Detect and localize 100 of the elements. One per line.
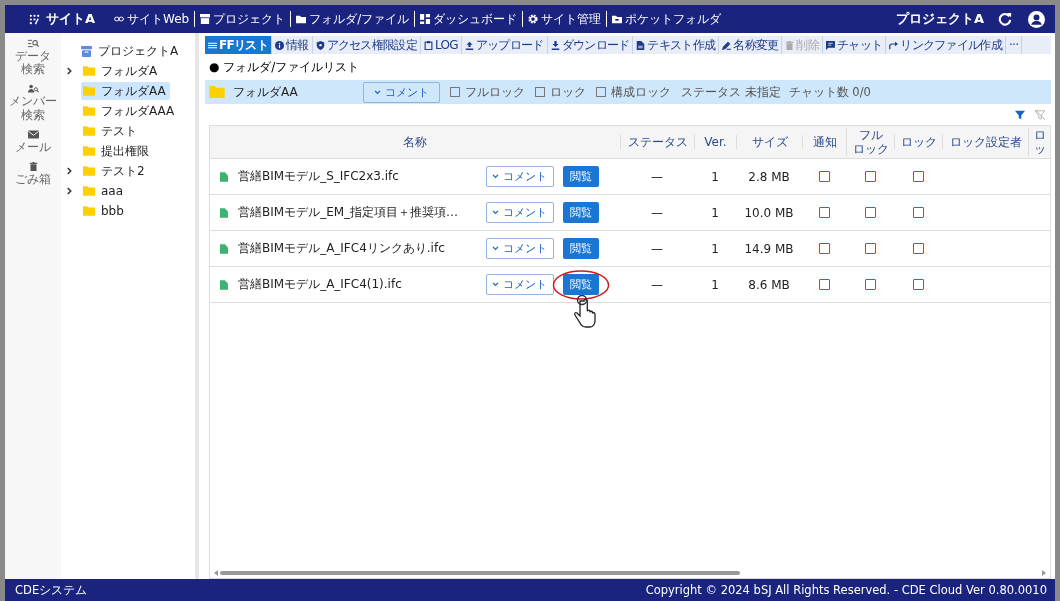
file-name[interactable]: 営繕BIMモデル_S_IFC2x3.ifc <box>238 168 486 185</box>
notify-checkbox[interactable] <box>818 279 830 290</box>
mail-icon <box>27 129 39 139</box>
comment-button[interactable]: コメント <box>486 238 554 259</box>
version-cell: 1 <box>711 241 719 256</box>
tree-item[interactable]: フォルダA <box>81 62 162 80</box>
copyright-text: Copyright © 2024 bSJ All Rights Reserved. - CDE Cloud Ver 0.80.0010 <box>645 583 1047 597</box>
version-cell: 1 <box>711 205 719 220</box>
toolbar-tab[interactable]: LOG <box>420 36 462 54</box>
search-list-icon <box>27 39 39 48</box>
folder-icon <box>83 66 95 76</box>
app-logo-icon <box>29 13 40 25</box>
tree-item[interactable]: フォルダAA <box>81 82 170 100</box>
lock-checkbox[interactable] <box>912 171 924 182</box>
status-cell: — <box>651 277 663 292</box>
folder-icon <box>83 146 95 156</box>
sidebar-item[interactable]: メール <box>15 129 51 155</box>
sidebar-item[interactable]: メンバー 検索 <box>9 84 57 122</box>
full-lock-checkbox[interactable] <box>864 243 876 254</box>
tree-item[interactable]: aaa <box>81 182 128 200</box>
tree-item[interactable]: bbb <box>81 202 128 220</box>
lock-checkbox[interactable]: 構成ロック <box>596 84 671 100</box>
toolbar-tab[interactable]: ··· <box>1006 36 1023 54</box>
lock-checkbox[interactable] <box>912 243 924 254</box>
toolbar-tab[interactable]: 名称変更 <box>719 36 783 54</box>
toolbar-tab[interactable]: アップロード <box>461 36 548 54</box>
chevron-down-icon <box>492 174 499 179</box>
folder-icon <box>612 14 623 24</box>
column-header: ステータス <box>627 134 688 150</box>
forward-arrow-icon <box>889 40 899 50</box>
nav-link[interactable]: サイトWeb <box>109 10 195 28</box>
refresh-icon[interactable] <box>998 12 1012 26</box>
comment-button[interactable]: コメント <box>363 81 440 103</box>
toolbar-tab[interactable]: FFリスト <box>205 36 272 54</box>
tree-item[interactable]: テスト2 <box>81 162 149 180</box>
comment-button[interactable]: コメント <box>486 202 554 223</box>
status-cell: — <box>651 205 663 220</box>
nav-link[interactable]: プロジェクト <box>195 10 291 28</box>
full-lock-checkbox[interactable] <box>864 171 876 182</box>
trash-icon <box>27 162 39 172</box>
view-button[interactable]: 閲覧 <box>563 202 599 223</box>
filter-icon[interactable] <box>1015 110 1025 120</box>
lock-checkbox[interactable] <box>912 279 924 290</box>
chevron-down-icon <box>492 210 499 215</box>
view-button[interactable]: 閲覧 <box>563 274 599 295</box>
lock-checkbox[interactable]: ロック <box>535 84 586 100</box>
user-icon[interactable] <box>1028 10 1045 28</box>
lock-checkbox[interactable]: フルロック <box>450 84 525 100</box>
comment-button[interactable]: コメント <box>486 166 554 187</box>
trash-icon <box>785 40 795 50</box>
scroll-left-icon[interactable] <box>214 570 218 576</box>
chevron-right-icon[interactable] <box>67 167 73 175</box>
link-icon <box>114 14 125 24</box>
folder-icon <box>83 166 95 176</box>
full-lock-checkbox[interactable] <box>864 207 876 218</box>
nav-link[interactable]: ポケットフォルダ <box>607 10 727 28</box>
lock-checkbox[interactable] <box>912 207 924 218</box>
nav-link[interactable]: ダッシュボード <box>415 10 523 28</box>
notify-checkbox[interactable] <box>818 243 830 254</box>
version-cell: 1 <box>711 277 719 292</box>
notify-checkbox[interactable] <box>818 171 830 182</box>
column-header: Ver. <box>704 134 727 150</box>
section-title: ● フォルダ/ファイルリスト <box>208 59 361 76</box>
nav-link[interactable]: サイト管理 <box>523 10 607 28</box>
size-cell: 8.6 MB <box>748 277 790 292</box>
column-header: サイズ <box>751 134 788 150</box>
view-button[interactable]: 閲覧 <box>563 166 599 187</box>
toolbar-tab[interactable]: テキスト作成 <box>633 36 720 54</box>
toolbar-tab[interactable]: アクセス権限設定 <box>312 36 421 54</box>
toolbar-tab[interactable]: 情報 <box>271 36 313 54</box>
chevron-right-icon[interactable] <box>67 67 73 75</box>
toolbar-tab[interactable]: リンクファイル作成 <box>886 36 1006 54</box>
file-name[interactable]: 営繕BIMモデル_EM_指定項目＋推奨項… <box>238 204 486 221</box>
tree-item[interactable]: プロジェクトA <box>81 41 179 61</box>
toolbar-tab[interactable]: チャット <box>823 36 887 54</box>
nav-link[interactable]: フォルダ/ファイル <box>291 10 415 28</box>
view-button[interactable]: 閲覧 <box>563 238 599 259</box>
chevron-down-icon <box>492 282 499 287</box>
footer-title: CDEシステム <box>15 582 88 598</box>
file-name[interactable]: 営繕BIMモデル_A_IFC4(1).ifc <box>238 276 486 293</box>
tree-item[interactable]: テスト <box>81 122 141 140</box>
folder-icon <box>209 86 225 98</box>
tree-item[interactable]: フォルダAAA <box>81 102 179 120</box>
sidebar-item[interactable]: データ 検索 <box>15 39 51 77</box>
download-icon <box>550 40 560 50</box>
folder-icon <box>83 86 95 96</box>
chat-icon <box>826 40 836 50</box>
full-lock-checkbox[interactable] <box>864 279 876 290</box>
scroll-right-icon[interactable] <box>1042 570 1046 576</box>
notify-checkbox[interactable] <box>818 207 830 218</box>
folder-icon <box>83 106 95 116</box>
chevron-right-icon[interactable] <box>67 187 73 195</box>
archive-icon <box>200 14 211 24</box>
comment-button[interactable]: コメント <box>486 274 554 295</box>
site-name[interactable]: サイトA <box>46 10 96 28</box>
tree-item[interactable]: 提出権限 <box>81 142 153 160</box>
toolbar-tab[interactable]: ダウンロード <box>547 36 634 54</box>
sidebar-item[interactable]: ごみ箱 <box>15 162 51 187</box>
file-name[interactable]: 営繕BIMモデル_A_IFC4リンクあり.ifc <box>238 240 486 257</box>
column-header: ロック設定者 <box>949 134 1022 150</box>
